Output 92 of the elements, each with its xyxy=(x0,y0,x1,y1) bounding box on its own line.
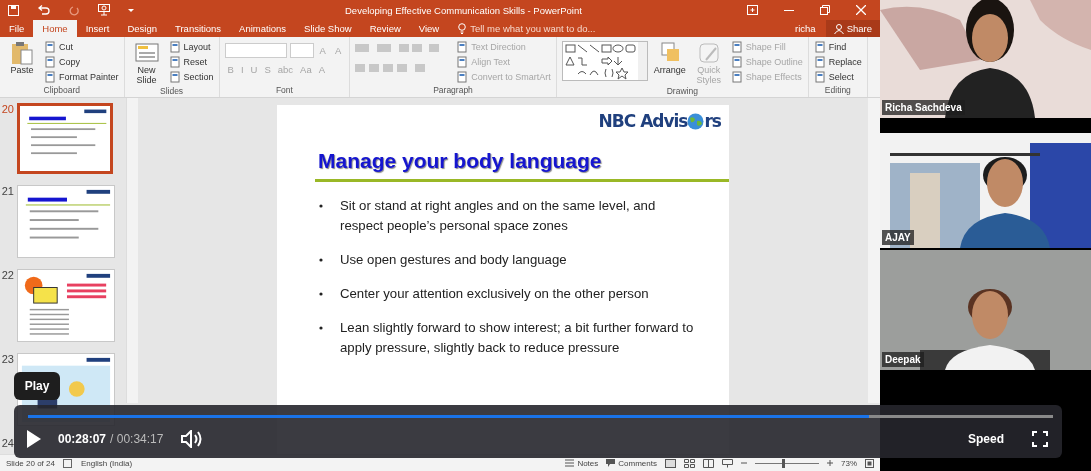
bullet-text: Lean slightly forward to show interest; a bit further forward to apply pressure, slightly back to reduce pressure xyxy=(340,319,694,357)
undo-icon[interactable] xyxy=(37,4,51,16)
ribbon-tab[interactable]: Design xyxy=(127,20,157,37)
tell-me-field[interactable]: Tell me what you want to do... xyxy=(470,23,596,34)
participant-name: Richa Sachdeva xyxy=(882,100,965,115)
fit-icon[interactable] xyxy=(865,458,874,468)
font-field[interactable] xyxy=(224,43,287,58)
play-icon xyxy=(26,429,42,449)
close-icon[interactable] xyxy=(856,5,866,15)
ribbon-button[interactable]: Replace xyxy=(813,55,862,69)
notes-button[interactable]: Notes xyxy=(565,458,599,468)
scrollbar[interactable] xyxy=(126,98,138,403)
bullet-icon xyxy=(318,257,324,263)
total-time: / 00:34:17 xyxy=(110,432,164,446)
restore-icon[interactable] xyxy=(820,5,830,15)
group-label: Slides xyxy=(158,85,185,97)
zoom-level[interactable]: 73% xyxy=(841,458,857,468)
volume-icon[interactable] xyxy=(181,430,204,448)
ribbon-tab[interactable]: Review xyxy=(369,20,401,37)
ribbon-button[interactable]: Section xyxy=(168,70,214,84)
person-icon xyxy=(833,23,844,34)
zoom-in-icon[interactable] xyxy=(827,460,833,466)
ribbon-button[interactable]: Reset xyxy=(168,55,214,69)
current-time: 00:28:07 xyxy=(58,432,107,446)
fullscreen-icon[interactable] xyxy=(1032,431,1048,447)
ribbon-button[interactable]: Layout xyxy=(168,40,214,54)
save-icon[interactable] xyxy=(8,4,19,16)
clipboard-icon xyxy=(9,40,35,66)
slide-number: 21 xyxy=(0,185,14,197)
globe-icon xyxy=(687,112,705,130)
group-label: Clipboard xyxy=(42,85,81,97)
size-field[interactable] xyxy=(289,43,314,58)
ribbon-tab[interactable]: Animations xyxy=(239,20,287,37)
ribbon-button[interactable]: Copy xyxy=(44,55,119,69)
slide-thumbnail-button[interactable] xyxy=(17,103,113,174)
lines-icon xyxy=(565,459,575,467)
ribbon-tab[interactable]: View xyxy=(418,20,440,37)
tooltip: Play xyxy=(14,372,60,400)
comment-icon xyxy=(606,459,616,467)
window-title: Developing Effective Communication Skills - PowerPoint xyxy=(345,4,583,16)
participant-name: Deepak xyxy=(882,352,924,367)
sorter-view-icon[interactable] xyxy=(684,458,695,468)
user-name: richa xyxy=(795,23,816,36)
shapes-gallery[interactable] xyxy=(561,41,648,81)
ribbon-tab[interactable]: Transitions xyxy=(175,20,222,37)
ribbon-button[interactable]: Select xyxy=(813,70,862,84)
ribbon-button[interactable]: Arrange xyxy=(652,40,687,86)
group-label: Paragraph xyxy=(432,85,474,97)
group-label: Drawing xyxy=(665,85,699,97)
bullet-icon xyxy=(318,203,324,209)
zoom-slider-thumb[interactable] xyxy=(782,458,786,468)
ribbon-button[interactable]: Find xyxy=(813,40,862,54)
presentation-icon[interactable] xyxy=(98,4,110,16)
ribbon-tab[interactable]: File xyxy=(9,20,25,37)
ribbon-tab[interactable]: Insert xyxy=(85,20,110,37)
slide-number: 20 xyxy=(0,103,14,115)
ribbon-button[interactable]: Format Painter xyxy=(44,70,119,84)
ribbon-display-icon[interactable] xyxy=(747,5,758,15)
scrollbar[interactable] xyxy=(868,98,880,403)
slide-number: 23 xyxy=(0,353,14,365)
ribbon-tab[interactable]: Home xyxy=(33,20,77,37)
group-label: Font xyxy=(274,85,294,97)
logo-text: NBC Advis xyxy=(598,111,688,131)
slide-title: Manage your body language xyxy=(318,149,602,173)
lightbulb-icon xyxy=(458,23,467,34)
group-label: Editing xyxy=(823,85,852,97)
slide-number: 22 xyxy=(0,269,14,281)
share-button[interactable]: Share xyxy=(825,20,880,37)
play-button[interactable] xyxy=(26,429,42,449)
bullet-text: Sit or stand at right angles and on the same level, and respect people’s personal space zones xyxy=(340,197,656,235)
slide-number: 24 xyxy=(0,437,14,449)
participant-name: AJAY xyxy=(882,230,914,245)
ribbon-tab[interactable]: Slide Show xyxy=(304,20,352,37)
caret-icon[interactable] xyxy=(128,7,134,13)
speed-button[interactable]: Speed xyxy=(962,431,1010,447)
slideshow-icon[interactable] xyxy=(722,458,733,468)
bullet-text: Use open gestures and body language xyxy=(340,251,567,269)
ribbon-button[interactable]: Paste xyxy=(5,40,39,85)
comments-button[interactable]: Comments xyxy=(606,458,657,468)
progress-track[interactable] xyxy=(28,415,1053,418)
reading-view-icon[interactable] xyxy=(703,458,714,468)
normal-view-icon[interactable] xyxy=(665,458,676,468)
ribbon-button[interactable]: New Slide xyxy=(129,40,164,86)
bullet-text: Center your attention exclusively on the other person xyxy=(340,285,649,303)
slide-thumbnail-button[interactable] xyxy=(17,185,115,258)
language[interactable]: English (India) xyxy=(80,458,133,468)
bullet-icon xyxy=(318,291,324,297)
slide-counter: Slide 20 of 24 xyxy=(6,458,55,468)
slide-thumbnail-button[interactable] xyxy=(17,269,115,342)
ribbon-button[interactable]: Cut xyxy=(44,40,119,54)
bullet-icon xyxy=(318,325,324,331)
logo-text: rs xyxy=(704,111,721,131)
